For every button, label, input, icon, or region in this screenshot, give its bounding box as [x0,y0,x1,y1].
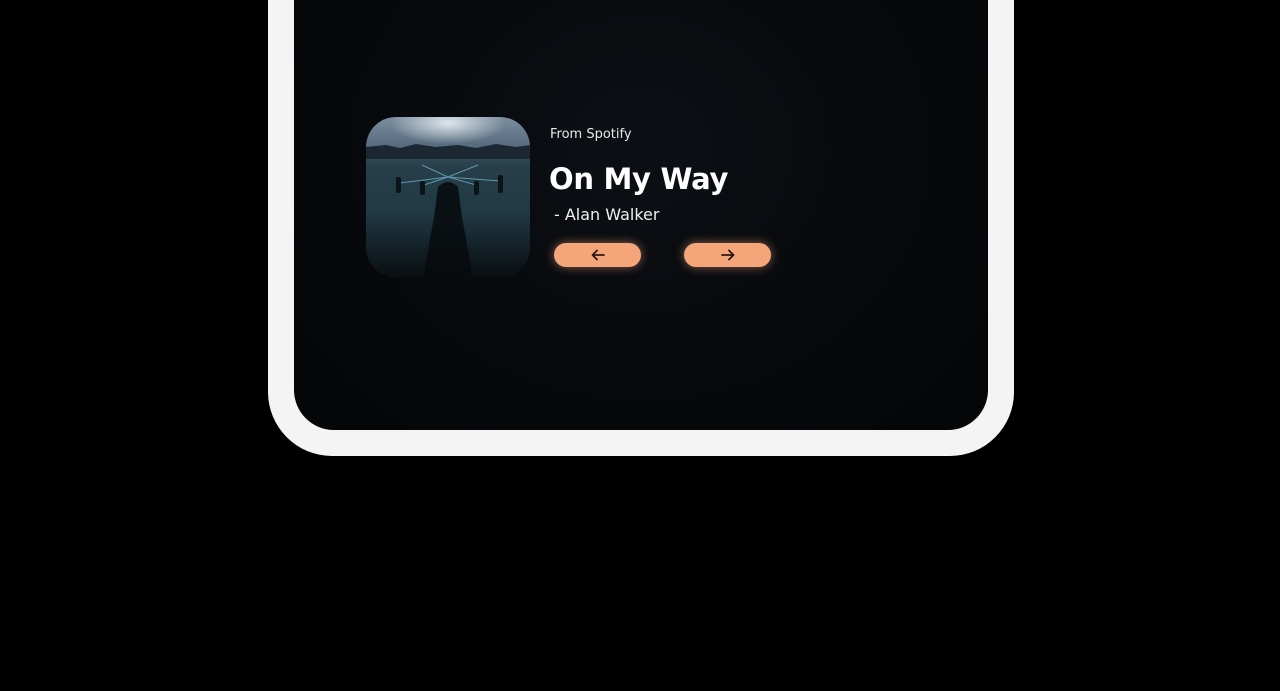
device-screen: From Spotify On My Way - Alan Walker [294,0,988,430]
page-canvas: From Spotify On My Way - Alan Walker [0,0,1280,691]
track-title: On My Way [549,162,729,196]
track-artist: - Alan Walker [554,205,660,224]
arrow-left-icon [591,249,605,261]
source-label: From Spotify [550,127,632,142]
album-art-image [366,117,530,277]
arrow-right-icon [720,249,734,261]
music-widget: From Spotify On My Way - Alan Walker [366,117,786,277]
previous-track-button[interactable] [554,243,641,267]
next-track-button[interactable] [684,243,771,267]
album-art[interactable] [366,117,530,277]
